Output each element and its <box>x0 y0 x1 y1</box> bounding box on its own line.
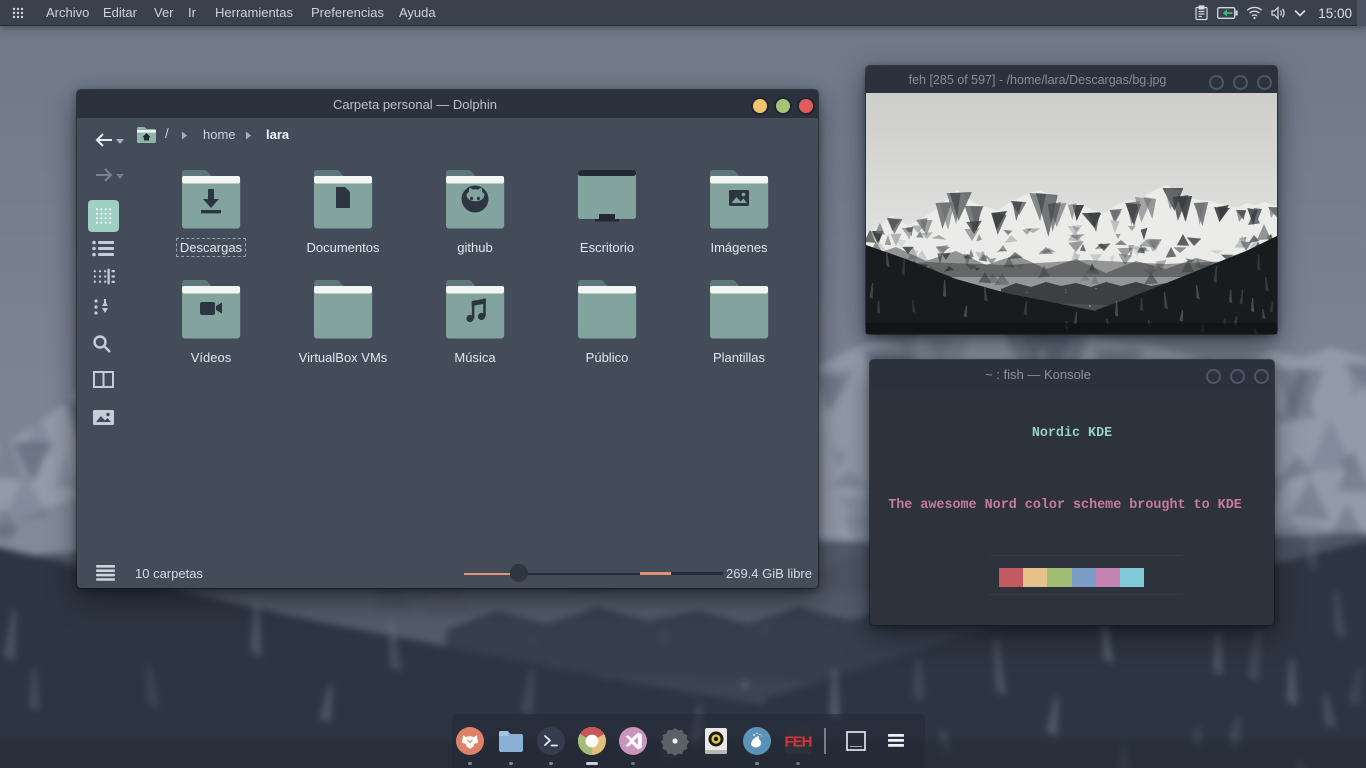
svg-text:FEH: FEH <box>784 734 811 751</box>
